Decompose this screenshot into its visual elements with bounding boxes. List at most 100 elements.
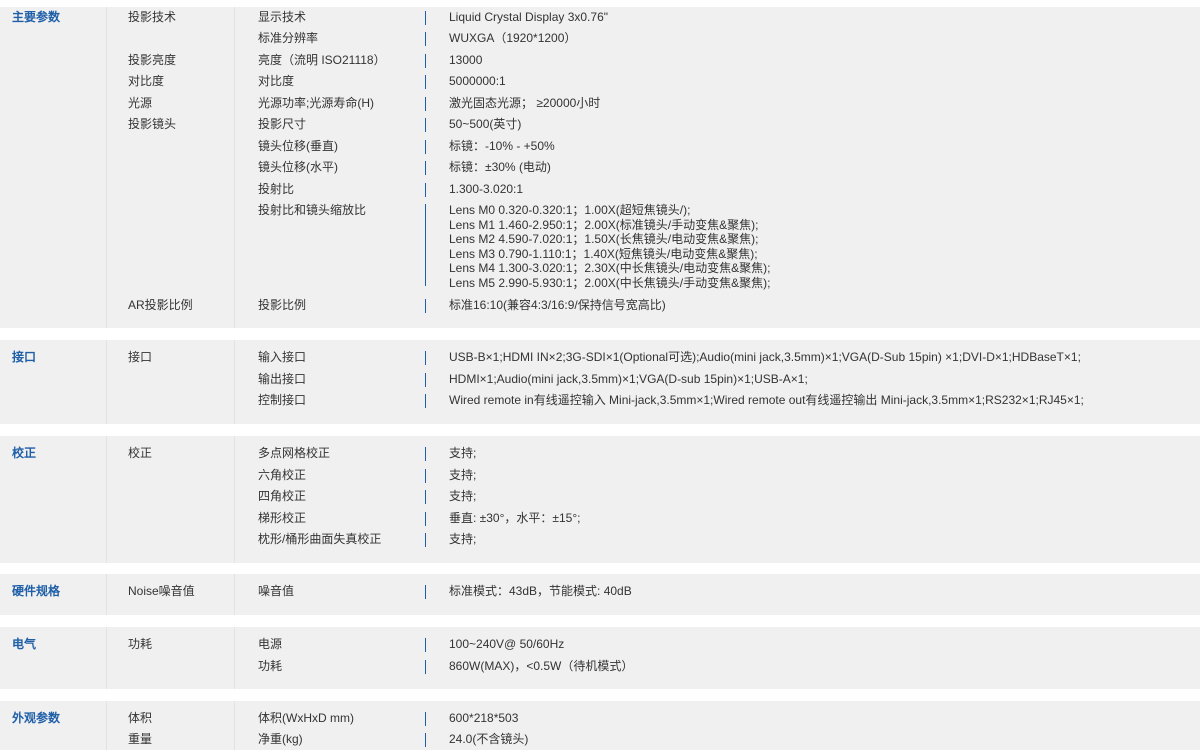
item-value: 支持;: [449, 489, 477, 503]
spec-row: 投射比和镜头缩放比 Lens M0 0.320-0.320:1；1.00X(超短…: [0, 200, 1200, 290]
category-label: 功耗: [128, 637, 153, 651]
category-label: 光源: [128, 96, 153, 110]
lens-spec-line: Lens M5 2.990-5.930:1；2.00X(中长焦镜头/手动变焦&聚…: [449, 275, 771, 290]
item-value: 垂直: ±30°，水平：±15°;: [449, 511, 581, 525]
item-value: 24.0(不含镜头): [449, 732, 529, 746]
item-label: 体积(WxHxD mm): [258, 711, 354, 725]
section-title: 校正: [12, 446, 37, 460]
category-label: 投影镜头: [128, 117, 177, 131]
item-label: 投射比: [258, 182, 295, 196]
item-label: 控制接口: [258, 393, 307, 407]
item-value: HDMI×1;Audio(mini jack,3.5mm)×1;VGA(D-su…: [449, 372, 808, 386]
lens-spec-line: Lens M4 1.300-3.020:1；2.30X(中长焦镜头/电动变焦&聚…: [449, 261, 771, 276]
value-marker: [425, 75, 426, 89]
column-divider: [234, 340, 235, 424]
item-value: 13000: [449, 53, 483, 67]
item-value-multiline: Lens M0 0.320-0.320:1；1.00X(超短焦镜头/); Len…: [449, 203, 770, 291]
item-label: 梯形校正: [258, 511, 307, 525]
value-marker: [425, 204, 426, 286]
section-title: 接口: [12, 350, 37, 364]
item-label: 光源功率;光源寿命(H): [258, 96, 374, 110]
column-divider: [234, 436, 235, 563]
category-label: AR投影比例: [128, 298, 193, 312]
section-electrical: 电气 功耗 电源 100~240V@ 50/60Hz 功耗 860W(MAX)，…: [0, 627, 1200, 689]
value-marker: [425, 447, 426, 461]
column-divider: [234, 627, 235, 689]
item-label: 显示技术: [258, 10, 307, 24]
item-value: USB-B×1;HDMI IN×2;3G-SDI×1(Optional可选);A…: [449, 350, 1081, 364]
lens-spec-line: Lens M2 4.590-7.020:1；1.50X(长焦镜头/电动变焦&聚焦…: [449, 232, 759, 247]
value-marker: [425, 97, 426, 111]
section-main-params: 主要参数 投影技术 显示技术 Liquid Crystal Display 3x…: [0, 7, 1200, 328]
item-value: 支持;: [449, 532, 477, 546]
section-appearance: 外观参数 体积 体积(WxHxD mm) 600*218*503 重量 净重(k…: [0, 701, 1200, 750]
item-label: 四角校正: [258, 489, 307, 503]
value-marker: [425, 533, 426, 547]
category-label: 接口: [128, 350, 153, 364]
category-label: 体积: [128, 711, 153, 725]
item-value: 支持;: [449, 446, 477, 460]
lens-spec-line: Lens M1 1.460-2.950:1；2.00X(标准镜头/手动变焦&聚焦…: [449, 217, 759, 232]
value-marker: [425, 512, 426, 526]
value-marker: [425, 54, 426, 68]
column-divider: [106, 436, 107, 563]
item-label: 亮度（流明 ISO21118）: [258, 53, 386, 67]
item-value: 支持;: [449, 468, 477, 482]
value-marker: [425, 183, 426, 197]
section-title: 主要参数: [12, 10, 61, 24]
column-divider: [234, 701, 235, 750]
value-marker: [425, 733, 426, 747]
category-label: 投影技术: [128, 10, 177, 24]
item-value: 1.300-3.020:1: [449, 182, 524, 196]
item-value: 标准16:10(兼容4:3/16:9/保持信号宽高比): [449, 298, 666, 312]
value-marker: [425, 585, 426, 599]
item-value: 标镜：±30% (电动): [449, 160, 551, 174]
lens-spec-line: Lens M3 0.790-1.110:1；1.40X(短焦镜头/电动变焦&聚焦…: [449, 246, 758, 261]
section-title: 电气: [12, 637, 37, 651]
item-value: WUXGA（1920*1200）: [449, 31, 577, 45]
item-value: 标准模式：43dB，节能模式: 40dB: [449, 584, 632, 598]
section-correction: 校正 校正 多点网格校正 支持; 六角校正 支持; 四角校正 支持; 梯形校正 …: [0, 436, 1200, 563]
item-label: 净重(kg): [258, 732, 303, 746]
spec-table: 主要参数 投影技术 显示技术 Liquid Crystal Display 3x…: [0, 0, 1200, 750]
item-label: 噪音值: [258, 584, 295, 598]
item-value: Liquid Crystal Display 3x0.76": [449, 10, 608, 24]
value-marker: [425, 161, 426, 175]
value-marker: [425, 32, 426, 46]
item-label: 投影比例: [258, 298, 307, 312]
item-value: 600*218*503: [449, 711, 519, 725]
column-divider: [234, 574, 235, 615]
item-label: 枕形/桶形曲面失真校正: [258, 532, 382, 546]
item-label: 六角校正: [258, 468, 307, 482]
section-interfaces: 接口 接口 输入接口 USB-B×1;HDMI IN×2;3G-SDI×1(Op…: [0, 340, 1200, 424]
value-marker: [425, 660, 426, 674]
category-label: 校正: [128, 446, 153, 460]
value-marker: [425, 373, 426, 387]
value-marker: [425, 118, 426, 132]
item-value: 激光固态光源； ≥20000小时: [449, 96, 601, 110]
item-label: 多点网格校正: [258, 446, 331, 460]
value-marker: [425, 394, 426, 408]
item-label: 投射比和镜头缩放比: [258, 203, 367, 217]
item-value: 860W(MAX)，<0.5W（待机模式）: [449, 659, 634, 673]
item-label: 镜头位移(垂直): [258, 139, 338, 153]
value-marker: [425, 490, 426, 504]
column-divider: [106, 701, 107, 750]
section-hardware: 硬件规格 Noise噪音值 噪音值 标准模式：43dB，节能模式: 40dB: [0, 574, 1200, 615]
category-label: 投影亮度: [128, 53, 177, 67]
category-label: Noise噪音值: [128, 584, 195, 598]
item-label: 输出接口: [258, 372, 307, 386]
value-marker: [425, 712, 426, 726]
item-label: 标准分辨率: [258, 31, 319, 45]
category-label: 重量: [128, 732, 153, 746]
item-value: 标镜：-10% - +50%: [449, 139, 555, 153]
value-marker: [425, 140, 426, 154]
item-value: 5000000:1: [449, 74, 506, 88]
item-value: 100~240V@ 50/60Hz: [449, 637, 565, 651]
value-marker: [425, 469, 426, 483]
category-label: 对比度: [128, 74, 165, 88]
value-marker: [425, 351, 426, 365]
value-marker: [425, 299, 426, 313]
section-title: 外观参数: [12, 711, 61, 725]
item-label: 电源: [258, 637, 283, 651]
